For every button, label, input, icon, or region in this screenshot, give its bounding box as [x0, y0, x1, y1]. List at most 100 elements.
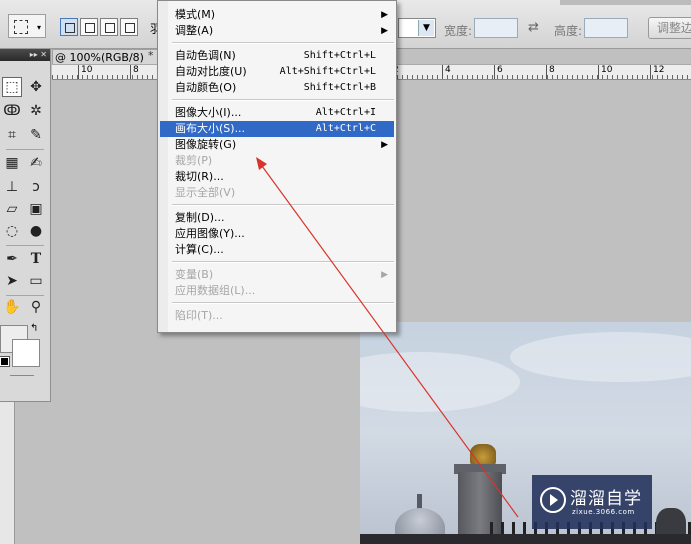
ruler-number: 6 [496, 65, 504, 75]
menu-item-label: 图像大小(I)... [175, 106, 242, 119]
refine-edge-button[interactable]: 调整边 [648, 17, 691, 39]
play-logo-icon [540, 487, 566, 513]
document-tab-title: @ 100%(RGB/8) [55, 51, 144, 64]
type-tool-icon[interactable]: T [26, 249, 46, 269]
rectangle-tool-icon[interactable]: ▭ [26, 271, 46, 291]
menu-item[interactable]: 调整(A) ▶ [160, 23, 394, 39]
menu-item: 变量(B) ▶ [160, 267, 394, 283]
ruler-number: 8 [548, 65, 556, 75]
background-color-swatch[interactable] [12, 339, 40, 367]
subtract-selection-button[interactable] [100, 18, 118, 36]
eyedropper-tool-icon[interactable]: ✎ [26, 125, 46, 145]
menu-item-label: 显示全部(V) [175, 186, 236, 199]
menu-item-label: 陷印(T)... [175, 309, 223, 322]
watermark-site: zixue.3066.com [572, 508, 635, 516]
gradient-tool-icon[interactable]: ▣ [26, 199, 46, 219]
quick-selection-tool-icon[interactable]: ✲ [26, 101, 46, 121]
intersect-selection-button[interactable] [120, 18, 138, 36]
default-colors-icon[interactable] [0, 356, 10, 367]
menu-item-label: 调整(A) [175, 24, 214, 37]
chevron-down-icon: ▼ [418, 20, 434, 36]
history-brush-tool-icon[interactable]: ↄ [26, 177, 46, 197]
menu-item-label: 应用图像(Y)... [175, 227, 245, 240]
menu-item-shortcut: Alt+Ctrl+C [315, 123, 376, 134]
ruler-tick [78, 65, 79, 79]
submenu-arrow-icon: ▶ [381, 140, 388, 150]
ruler-tick [494, 65, 495, 79]
lasso-tool-icon[interactable]: ↂ [2, 101, 22, 121]
menu-separator [172, 261, 394, 263]
document-tab[interactable]: @ 100%(RGB/8) [52, 49, 162, 65]
menu-separator [172, 302, 394, 304]
ruler-number: 10 [600, 65, 614, 75]
rectangular-marquee-tool-icon[interactable]: ⬚ [2, 77, 22, 97]
swap-dimensions-icon[interactable]: ⇄ [528, 20, 539, 35]
menu-item-label: 复制(D)... [175, 211, 225, 224]
menu-item-label: 图像旋转(G) [175, 138, 237, 151]
ruler-tick [546, 65, 547, 79]
menu-separator [172, 42, 394, 44]
menu-item-label: 画布大小(S)... [175, 122, 246, 135]
menu-separator [172, 99, 394, 101]
submenu-arrow-icon: ▶ [381, 270, 388, 280]
menu-item: 应用数据组(L)... [160, 283, 394, 299]
tool-preset-picker[interactable]: ▾ [8, 14, 46, 38]
gold-statue [470, 444, 496, 466]
menu-item-shortcut: Shift+Ctrl+B [303, 82, 376, 93]
menu-item[interactable]: 自动颜色(O) Shift+Ctrl+B [160, 80, 394, 96]
hand-tool-icon[interactable]: ✋ [2, 297, 22, 317]
submenu-arrow-icon: ▶ [381, 10, 388, 20]
healing-brush-tool-icon[interactable]: ▦ [2, 153, 22, 173]
crop-tool-icon[interactable]: ⌗ [2, 125, 22, 145]
add-selection-button[interactable] [80, 18, 98, 36]
menu-item[interactable]: 自动色调(N) Shift+Ctrl+L [160, 48, 394, 64]
ruler-tick [650, 65, 651, 79]
move-tool-icon[interactable]: ✥ [26, 77, 46, 97]
menu-item-shortcut: Shift+Ctrl+L [303, 50, 376, 61]
menu-item[interactable]: 模式(M) ▶ [160, 7, 394, 23]
pen-tool-icon[interactable]: ✒ [2, 249, 22, 269]
swap-colors-icon[interactable]: ↰ [30, 323, 38, 334]
ruler-number: 12 [652, 65, 666, 75]
new-selection-button[interactable] [60, 18, 78, 36]
watermark-brand: 溜溜自学 [570, 489, 642, 509]
path-selection-tool-icon[interactable]: ➤ [2, 271, 22, 291]
menu-item[interactable]: 裁切(R)... [160, 169, 394, 185]
blur-tool-icon[interactable]: ◌ [2, 221, 22, 241]
marquee-icon [14, 20, 28, 34]
menu-item[interactable]: 图像旋转(G) ▶ [160, 137, 394, 153]
menu-item[interactable]: 计算(C)... [160, 242, 394, 258]
ruler-tick [442, 65, 443, 79]
menu-item-label: 裁剪(P) [175, 154, 213, 167]
tools-panel: ▸▸ ✕ ⬚ ✥ ↂ ✲ ⌗ ✎ ▦ ✍ ⊥ ↄ ▱ ▣ ◌ ● ✒ T ➤ ▭… [0, 49, 51, 402]
height-input[interactable] [584, 18, 628, 38]
menu-item[interactable]: 复制(D)... [160, 210, 394, 226]
menu-item: 裁剪(P) [160, 153, 394, 169]
menu-item[interactable]: 画布大小(S)... Alt+Ctrl+C [160, 121, 394, 137]
dodge-tool-icon[interactable]: ● [26, 221, 46, 241]
title-strip [560, 0, 691, 5]
zoom-tool-icon[interactable]: ⚲ [26, 297, 46, 317]
menu-item[interactable]: 图像大小(I)... Alt+Ctrl+I [160, 105, 394, 121]
eraser-tool-icon[interactable]: ▱ [2, 199, 22, 219]
ruler-tick [130, 65, 131, 79]
width-input[interactable] [474, 18, 518, 38]
width-label: 宽度: [444, 24, 473, 38]
clone-stamp-tool-icon[interactable]: ⊥ [2, 177, 22, 197]
menu-item[interactable]: 应用图像(Y)... [160, 226, 394, 242]
menu-item[interactable]: 自动对比度(U) Alt+Shift+Ctrl+L [160, 64, 394, 80]
ruler-number: 8 [132, 65, 140, 75]
brush-tool-icon[interactable]: ✍ [26, 153, 46, 173]
image-menu: 模式(M) ▶ 调整(A) ▶ 自动色调(N) Shift+Ctrl+L 自动对比度(U) A… [157, 0, 397, 333]
menu-item-shortcut: Alt+Shift+Ctrl+L [279, 66, 376, 77]
menu-item-label: 应用数据组(L)... [175, 284, 256, 297]
menu-item-label: 自动对比度(U) [175, 65, 247, 78]
menu-separator [172, 204, 394, 206]
bridge-railing [360, 534, 691, 544]
menu-item-label: 变量(B) [175, 268, 214, 281]
style-select[interactable]: ▼ [398, 18, 436, 38]
ruler-tick [598, 65, 599, 79]
tools-panel-header[interactable]: ▸▸ ✕ [0, 49, 50, 61]
menu-item-label: 计算(C)... [175, 243, 224, 256]
ruler-number: 4 [444, 65, 452, 75]
